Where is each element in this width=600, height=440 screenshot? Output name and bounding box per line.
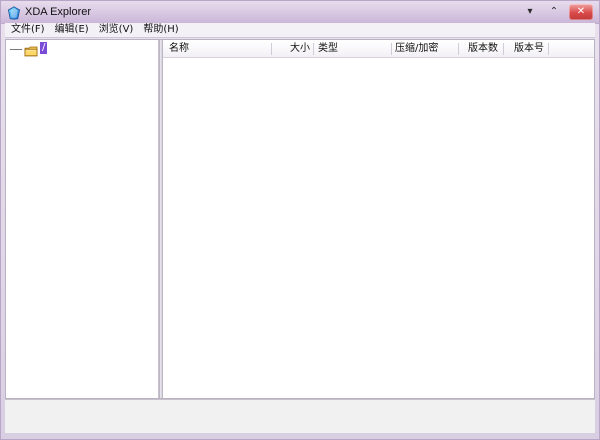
- tree-root-node[interactable]: /: [10, 42, 48, 57]
- column-type[interactable]: 类型: [318, 40, 338, 58]
- close-button[interactable]: ✕: [569, 4, 593, 20]
- column-separator[interactable]: [313, 43, 314, 55]
- minimize-button[interactable]: ▾: [521, 4, 539, 20]
- tree-connector: [10, 48, 22, 50]
- column-version-number[interactable]: 版本号: [514, 40, 544, 58]
- window-controls: ▾ ⌃ ✕: [521, 3, 593, 21]
- column-separator[interactable]: [458, 43, 459, 55]
- status-bar: [5, 399, 595, 433]
- xda-app-icon: [7, 5, 21, 20]
- file-list-header: 名称 大小 类型 压缩/加密 版本数 版本号: [163, 40, 594, 58]
- app-window: XDA Explorer ▾ ⌃ ✕ 文件(F) 编辑(E) 浏览(V) 帮助(…: [0, 0, 600, 440]
- column-separator[interactable]: [391, 43, 392, 55]
- column-size[interactable]: 大小: [290, 40, 310, 58]
- minimize-icon: ▾: [527, 6, 533, 17]
- column-compression-encryption[interactable]: 压缩/加密: [395, 40, 438, 58]
- folder-icon: [24, 42, 38, 57]
- menu-bar: 文件(F) 编辑(E) 浏览(V) 帮助(H): [5, 23, 595, 38]
- main-content: / 名称 大小 类型 压缩/加密 版本数 版本号: [5, 39, 595, 399]
- column-separator[interactable]: [271, 43, 272, 55]
- column-separator[interactable]: [503, 43, 504, 55]
- title-bar[interactable]: XDA Explorer ▾ ⌃ ✕: [1, 1, 599, 24]
- menu-help[interactable]: 帮助(H): [143, 24, 178, 36]
- column-name[interactable]: 名称: [169, 40, 189, 58]
- file-list-pane[interactable]: 名称 大小 类型 压缩/加密 版本数 版本号: [163, 40, 594, 398]
- folder-tree-pane[interactable]: /: [6, 40, 159, 398]
- tree-root-label: /: [40, 42, 48, 54]
- menu-edit[interactable]: 编辑(E): [55, 24, 89, 36]
- menu-view[interactable]: 浏览(V): [99, 24, 134, 36]
- desktop: XDA Explorer ▾ ⌃ ✕ 文件(F) 编辑(E) 浏览(V) 帮助(…: [0, 0, 600, 440]
- menu-file[interactable]: 文件(F): [11, 24, 45, 36]
- column-version-count[interactable]: 版本数: [468, 40, 498, 58]
- maximize-icon: ⌃: [549, 6, 559, 17]
- close-icon: ✕: [576, 6, 586, 17]
- column-separator[interactable]: [548, 43, 549, 55]
- maximize-button[interactable]: ⌃: [545, 4, 563, 20]
- window-title: XDA Explorer: [25, 6, 92, 18]
